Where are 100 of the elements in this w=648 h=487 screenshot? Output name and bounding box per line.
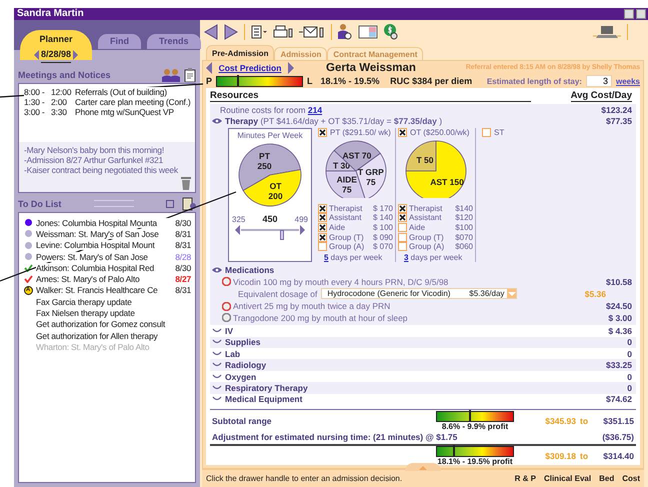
- chevron-icon[interactable]: [212, 396, 222, 402]
- stay-label: Estimated length of stay:: [486, 76, 582, 86]
- checkbox[interactable]: [318, 204, 327, 213]
- checkbox[interactable]: [482, 128, 491, 137]
- option-price: $ 100: [372, 222, 393, 232]
- category-name[interactable]: Supplies: [225, 337, 628, 348]
- meter-marker[interactable]: [453, 444, 456, 456]
- pie-slice[interactable]: [325, 170, 366, 198]
- checkbox[interactable]: [398, 222, 407, 232]
- people-icon[interactable]: [161, 68, 181, 82]
- nav-link[interactable]: Cost: [622, 474, 640, 483]
- medication-dropdown[interactable]: Hydrocodone (Generic for Vicodin) $5.36/day: [321, 288, 518, 300]
- maximize-button[interactable]: [636, 9, 646, 19]
- mail-icon[interactable]: [299, 25, 325, 39]
- amount: $33.25: [606, 360, 632, 370]
- category-name[interactable]: Respiratory Therapy: [225, 382, 628, 393]
- chevron-icon[interactable]: [212, 374, 222, 380]
- category-name[interactable]: Medications: [225, 265, 632, 276]
- chevron-icon[interactable]: [212, 350, 222, 357]
- planner-tab[interactable]: Planner 8/28/98: [20, 30, 92, 60]
- medication-order[interactable]: Trangodone 200 mg by mouth at hour of sleep: [233, 312, 608, 323]
- amount: 0: [627, 372, 632, 382]
- ruc-rate: RUC $384 per diem: [390, 76, 474, 86]
- days-link[interactable]: 5: [324, 252, 328, 262]
- section-title: Meetings and Notices: [18, 70, 111, 80]
- checkbox[interactable]: [398, 232, 407, 242]
- adjustment-label: Adjustment for estimated nursing time: (21 minutes) @ $1.75: [212, 432, 458, 442]
- option-label: Assistant: [409, 213, 442, 222]
- nav-link[interactable]: R & P: [514, 474, 536, 483]
- eye-icon[interactable]: [212, 118, 222, 124]
- pie-slice[interactable]: [405, 140, 436, 172]
- checkbox[interactable]: [318, 242, 327, 252]
- category-name[interactable]: Radiology: [225, 360, 606, 370]
- option-price: $ 090: [372, 232, 393, 242]
- chart-grid-icon[interactable]: [358, 25, 378, 39]
- option-label: Therapist: [329, 204, 364, 213]
- drag-handle[interactable]: [94, 200, 134, 207]
- option-label: Therapist: [409, 204, 444, 213]
- dollar-search-icon[interactable]: [384, 24, 398, 40]
- minimize-button[interactable]: [624, 9, 634, 19]
- option-price: $ 170: [372, 204, 393, 213]
- category-name[interactable]: Lab: [225, 348, 628, 359]
- checkbox[interactable]: [318, 213, 327, 222]
- range-separator: to: [578, 450, 590, 460]
- document-icon[interactable]: [251, 25, 267, 39]
- amount: 0: [627, 348, 632, 359]
- checkbox[interactable]: [318, 222, 327, 232]
- tab[interactable]: Pre-Admission: [206, 45, 274, 60]
- checkbox[interactable]: [318, 128, 327, 137]
- days-per-week: 3 days per week: [404, 252, 462, 262]
- checkbox[interactable]: [398, 242, 407, 252]
- checkbox[interactable]: [398, 204, 407, 213]
- medication-order[interactable]: Antivert 25 mg by mouth twice a day PRN: [233, 301, 606, 312]
- pie-slice[interactable]: [242, 168, 302, 206]
- option-label: Assistant: [329, 213, 362, 222]
- drawer-handle[interactable]: [405, 463, 441, 471]
- notepad-icon[interactable]: [184, 68, 196, 82]
- meter-marker[interactable]: [468, 410, 471, 420]
- category-name[interactable]: IV: [225, 326, 608, 336]
- chevron-icon[interactable]: [212, 328, 222, 334]
- back-icon[interactable]: [204, 24, 218, 40]
- new-note-icon[interactable]: [182, 196, 196, 210]
- meter-marker[interactable]: [237, 74, 240, 86]
- forward-icon[interactable]: [224, 24, 238, 40]
- status-message: Click the drawer handle to enter an admission decision.: [206, 474, 404, 483]
- patient-name: Gerta Weissman: [326, 62, 417, 74]
- stay-field[interactable]: 3: [586, 75, 612, 88]
- category-name[interactable]: Medical Equipment: [225, 394, 606, 404]
- meter-label: L: [306, 76, 312, 86]
- chevron-icon[interactable]: [212, 339, 222, 346]
- person-search-icon[interactable]: [338, 24, 352, 40]
- room-link[interactable]: 214: [308, 104, 322, 115]
- checkbox[interactable]: [398, 213, 407, 222]
- option-label: Aide: [409, 222, 426, 232]
- medication-order[interactable]: Vicodin 100 mg by mouth every 4 hours PRN, D/C 9/5/98: [233, 276, 606, 287]
- pie-slice[interactable]: [405, 140, 466, 198]
- slider-thumb[interactable]: [280, 230, 284, 240]
- option-label: Group (T): [329, 232, 365, 242]
- trash-icon[interactable]: [181, 176, 191, 190]
- discipline-rate: PT ($291.50/ wk): [330, 128, 391, 137]
- laptop-icon[interactable]: [593, 25, 621, 39]
- pie-slice[interactable]: [238, 143, 301, 191]
- previous-date-icon[interactable]: [34, 50, 39, 60]
- chevron-icon[interactable]: [212, 384, 222, 391]
- nav-link[interactable]: Clinical Eval: [544, 474, 592, 483]
- chevron-icon[interactable]: [212, 362, 222, 368]
- next-date-icon[interactable]: [73, 50, 78, 60]
- checkbox[interactable]: [318, 232, 327, 242]
- unit-link[interactable]: weeks: [616, 76, 640, 86]
- days-link[interactable]: 3: [404, 252, 408, 262]
- nav-link[interactable]: Bed: [599, 474, 614, 483]
- category-name[interactable]: Oxygen: [225, 372, 628, 382]
- checkbox[interactable]: [398, 128, 407, 137]
- eye-icon[interactable]: [212, 267, 222, 274]
- amount: $ 4.36: [608, 326, 632, 336]
- slider-max: 499: [294, 214, 308, 224]
- printer-icon[interactable]: [273, 25, 293, 39]
- amount: $ 3.00: [608, 312, 632, 323]
- square-icon[interactable]: [166, 200, 174, 208]
- section-link[interactable]: Cost Prediction: [216, 62, 284, 73]
